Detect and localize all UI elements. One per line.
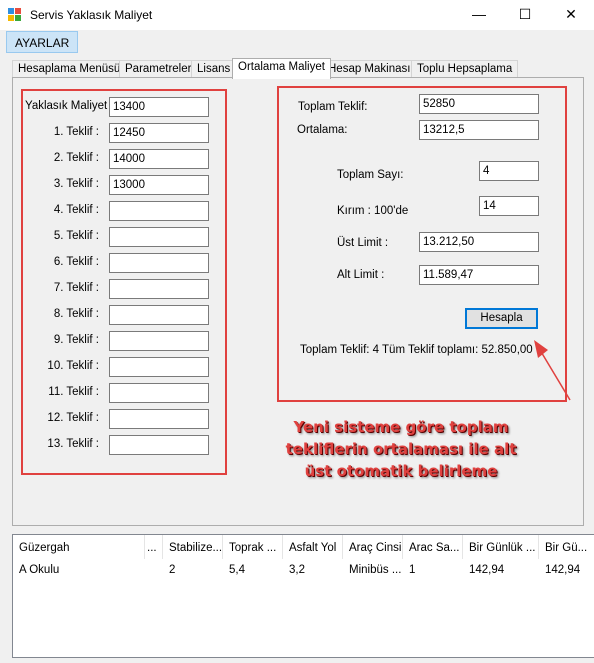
offer-3-label: 3. Teklif : <box>53 178 99 190</box>
summary-text: Toplam Teklif: 4 Tüm Teklif toplamı: 52.… <box>300 344 533 356</box>
tab-hesap-makinasi[interactable]: Hesap Makinası <box>322 60 417 78</box>
tab-hesaplama-menusu[interactable]: Hesaplama Menüsü <box>12 60 127 78</box>
cell-asfalt-yol: 3,2 <box>289 564 305 576</box>
offer-13-label: 13. Teklif : <box>47 438 99 450</box>
tab-parametreler[interactable]: Parametreler <box>119 60 198 78</box>
offer-10-label: 10. Teklif : <box>47 360 99 372</box>
window-title: Servis Yaklasık Maliyet <box>30 8 153 22</box>
offer-2-label: 2. Teklif : <box>53 152 99 164</box>
maximize-icon[interactable]: ☐ <box>502 0 548 30</box>
total-count-field[interactable]: 4 <box>479 161 539 181</box>
annotation-text: Yeni sisteme göre toplam tekliflerin ort… <box>272 416 530 482</box>
annotation-arrow <box>534 340 571 401</box>
column-asfalt-yol[interactable]: Asfalt Yol <box>283 535 343 559</box>
approx-cost-label: Yaklasık Maliyet <box>25 100 108 112</box>
cell-stabilize: 2 <box>169 564 176 576</box>
minimize-icon[interactable]: — <box>456 0 502 30</box>
approx-cost-input[interactable]: 13400 <box>109 97 209 117</box>
offer-9-input[interactable] <box>109 331 209 351</box>
offer-8-label: 8. Teklif : <box>53 308 99 320</box>
annotation-line-1: Yeni sisteme göre toplam <box>293 418 509 436</box>
column-stabilize[interactable]: Stabilize... <box>163 535 223 559</box>
average-label: Ortalama: <box>297 124 348 136</box>
cell-arac-cinsi: Minibüs ... <box>349 564 402 576</box>
bottom-edge <box>0 659 594 663</box>
cell-arac-sayisi: 1 <box>409 564 416 576</box>
offer-1-input[interactable]: 12450 <box>109 123 209 143</box>
upper-limit-field[interactable]: 13.212,50 <box>419 232 539 252</box>
offer-10-input[interactable] <box>109 357 209 377</box>
column-arac-sayisi[interactable]: Arac Sa... <box>403 535 463 559</box>
cell-bir-gunluk: 142,94 <box>469 564 505 576</box>
offer-1-label: 1. Teklif : <box>53 126 99 138</box>
total-offer-field[interactable]: 52850 <box>419 94 539 114</box>
results-table[interactable]: Güzergah ... Stabilize... Toprak ... Asf… <box>12 534 594 658</box>
cell-bir-gu: 142,94 <box>545 564 581 576</box>
offer-12-label: 12. Teklif : <box>47 412 99 424</box>
cut-field[interactable]: 14 <box>479 196 539 216</box>
title-bar: Servis Yaklasık Maliyet — ☐ ✕ <box>0 0 594 30</box>
tab-ortalama-maliyet[interactable]: Ortalama Maliyet <box>232 58 331 79</box>
tab-lisans[interactable]: Lisans <box>191 60 237 78</box>
offer-2-input[interactable]: 14000 <box>109 149 209 169</box>
column-toprak[interactable]: Toprak ... <box>223 535 283 559</box>
cell-toprak: 5,4 <box>229 564 245 576</box>
column-guzergah[interactable]: Güzergah <box>13 535 145 559</box>
average-field[interactable]: 13212,5 <box>419 120 539 140</box>
offer-11-input[interactable] <box>109 383 209 403</box>
tab-toplu-hepsaplama[interactable]: Toplu Hepsaplama <box>411 60 519 78</box>
annotation-line-3: üst otomatik belirleme <box>304 462 498 480</box>
cut-label: Kırım : 100'de <box>337 205 409 217</box>
offer-3-input[interactable]: 13000 <box>109 175 209 195</box>
app-icon <box>8 8 22 22</box>
menu-bar: AYARLAR <box>0 30 594 54</box>
offer-7-input[interactable] <box>109 279 209 299</box>
offer-5-input[interactable] <box>109 227 209 247</box>
offer-5-label: 5. Teklif : <box>53 230 99 242</box>
offer-12-input[interactable] <box>109 409 209 429</box>
offer-11-label: 11. Teklif : <box>48 386 99 398</box>
offer-8-input[interactable] <box>109 305 209 325</box>
annotation-line-2: tekliflerin ortalaması ile alt <box>285 440 517 458</box>
cell-guzergah: A Okulu <box>19 564 60 576</box>
offer-6-input[interactable] <box>109 253 209 273</box>
calculate-button[interactable]: Hesapla <box>465 308 538 329</box>
offer-4-input[interactable] <box>109 201 209 221</box>
close-icon[interactable]: ✕ <box>548 0 594 30</box>
total-offer-label: Toplam Teklif: <box>298 101 368 113</box>
menu-settings[interactable]: AYARLAR <box>6 31 79 53</box>
offer-4-label: 4. Teklif : <box>53 204 99 216</box>
upper-limit-label: Üst Limit : <box>337 237 389 249</box>
offer-13-input[interactable] <box>109 435 209 455</box>
lower-limit-label: Alt Limit : <box>337 269 385 281</box>
column-arac-cinsi[interactable]: Araç Cinsi <box>343 535 403 559</box>
offer-9-label: 9. Teklif : <box>53 334 99 346</box>
column-bir-gunluk[interactable]: Bir Günlük ... <box>463 535 539 559</box>
offer-7-label: 7. Teklif : <box>53 282 99 294</box>
column-bir-gu[interactable]: Bir Gü... <box>539 535 594 559</box>
table-header: Güzergah ... Stabilize... Toprak ... Asf… <box>13 535 594 559</box>
lower-limit-field[interactable]: 11.589,47 <box>419 265 539 285</box>
total-count-label: Toplam Sayı: <box>337 169 404 181</box>
offer-6-label: 6. Teklif : <box>53 256 99 268</box>
column-ellipsis[interactable]: ... <box>145 535 163 559</box>
